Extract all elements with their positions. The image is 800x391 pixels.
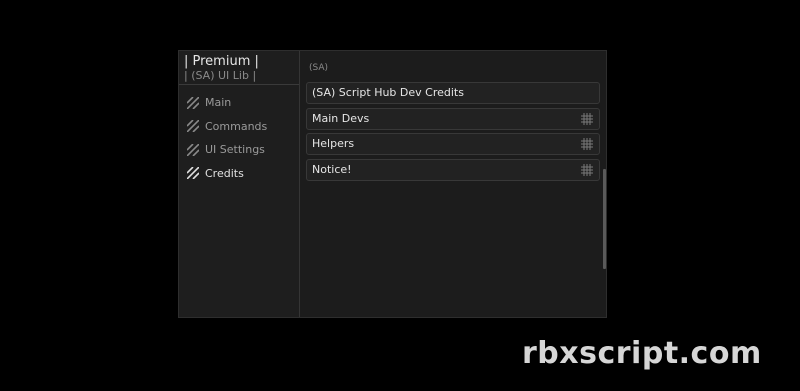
grid-icon[interactable] (581, 138, 593, 150)
striped-tab-icon (187, 167, 199, 180)
striped-tab-icon (187, 143, 199, 156)
brand: | Premium | | (SA) UI Lib | (184, 54, 296, 82)
section-label: (SA) (309, 63, 329, 73)
brand-title: | Premium | (184, 54, 259, 69)
sidebar: | Premium | | (SA) UI Lib | Main Command… (179, 51, 300, 317)
content-list: (SA) Script Hub Dev Credits Main Devs He… (306, 82, 600, 184)
sidebar-nav: Main Commands UI Settings Credits (179, 91, 299, 185)
scrollbar[interactable] (603, 51, 606, 317)
sidebar-item-main[interactable]: Main (179, 91, 299, 115)
item-label: Main Devs (312, 111, 370, 125)
item-label: Notice! (312, 162, 352, 176)
striped-tab-icon (187, 120, 199, 133)
brand-subtitle: | (SA) UI Lib | (184, 69, 257, 82)
sidebar-item-commands[interactable]: Commands (179, 115, 299, 139)
sidebar-item-label: Credits (205, 166, 244, 180)
grid-icon[interactable] (581, 163, 593, 176)
dropdown-notice[interactable]: Notice! (306, 158, 600, 181)
grid-icon[interactable] (581, 112, 593, 125)
dropdown-main-devs[interactable]: Main Devs (306, 107, 600, 130)
striped-tab-icon (187, 96, 199, 109)
item-label: Helpers (312, 137, 355, 150)
sidebar-item-label: Commands (205, 119, 268, 133)
sidebar-item-label: Main (205, 96, 232, 110)
dropdown-helpers[interactable]: Helpers (306, 133, 600, 155)
sidebar-item-label: UI Settings (205, 143, 265, 157)
content-panel: (SA) (SA) Script Hub Dev Credits Main De… (300, 51, 606, 317)
watermark: rbxscript.com (522, 336, 762, 371)
sidebar-item-credits[interactable]: Credits (179, 162, 299, 186)
sidebar-item-ui-settings[interactable]: UI Settings (179, 138, 299, 162)
brand-divider (179, 84, 299, 85)
item-label: (SA) Script Hub Dev Credits (312, 86, 464, 99)
scrollbar-thumb[interactable] (603, 169, 606, 269)
ui-window: | Premium | | (SA) UI Lib | Main Command… (178, 50, 607, 318)
label-script-hub-dev-credits: (SA) Script Hub Dev Credits (306, 82, 600, 104)
